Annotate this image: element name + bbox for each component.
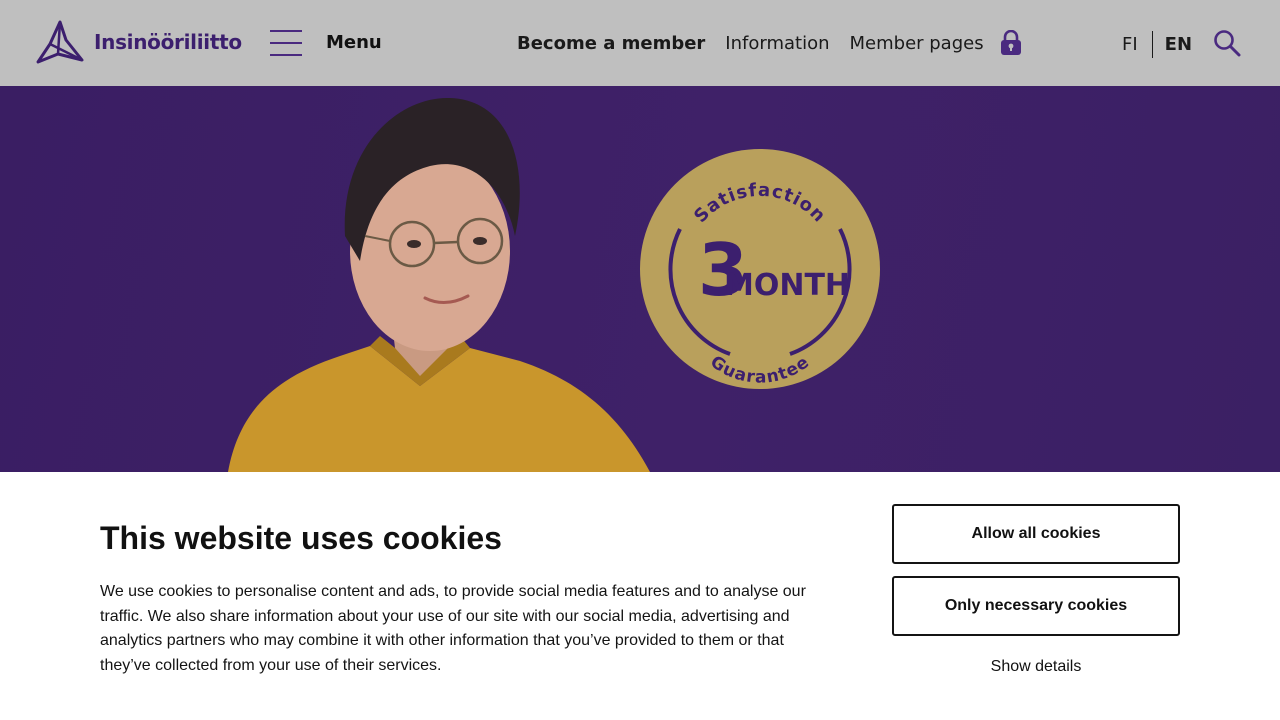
- cookie-description: We use cookies to personalise content an…: [100, 583, 806, 674]
- nav-become-member[interactable]: Become a member: [517, 33, 705, 54]
- lang-fi[interactable]: FI: [1122, 34, 1138, 55]
- search-icon[interactable]: [1213, 29, 1241, 57]
- main-nav: Become a member Information Member pages: [517, 30, 1022, 56]
- logo-mark-icon: [36, 20, 84, 64]
- lock-icon[interactable]: [1000, 30, 1022, 56]
- nav-information[interactable]: Information: [725, 33, 829, 54]
- only-necessary-cookies-button[interactable]: Only necessary cookies: [892, 576, 1180, 636]
- site-logo[interactable]: Insinööriliitto: [36, 20, 242, 64]
- badge-unit: MONTH: [724, 268, 850, 303]
- cookie-title: This website uses cookies: [100, 520, 502, 556]
- menu-label: Menu: [326, 31, 382, 53]
- hamburger-icon: [270, 28, 302, 56]
- portrait-image: [228, 97, 650, 472]
- show-details-link[interactable]: Show details: [892, 658, 1180, 676]
- language-switcher: FI EN: [1122, 31, 1192, 58]
- hero-banner: Satisfaction 3 MONTH Guarantee: [0, 86, 1280, 472]
- lang-en[interactable]: EN: [1165, 34, 1192, 55]
- cookie-banner: This website uses cookies We use cookies…: [0, 472, 1280, 720]
- satisfaction-guarantee-badge: Satisfaction 3 MONTH Guarantee: [640, 149, 880, 389]
- menu-button[interactable]: Menu: [270, 28, 382, 56]
- allow-all-cookies-button[interactable]: Allow all cookies: [892, 504, 1180, 564]
- site-header: Insinööriliitto Menu Become a member Inf…: [0, 0, 1280, 86]
- lang-divider: [1151, 31, 1153, 58]
- logo-text: Insinööriliitto: [94, 30, 242, 54]
- nav-member-pages[interactable]: Member pages: [850, 33, 984, 54]
